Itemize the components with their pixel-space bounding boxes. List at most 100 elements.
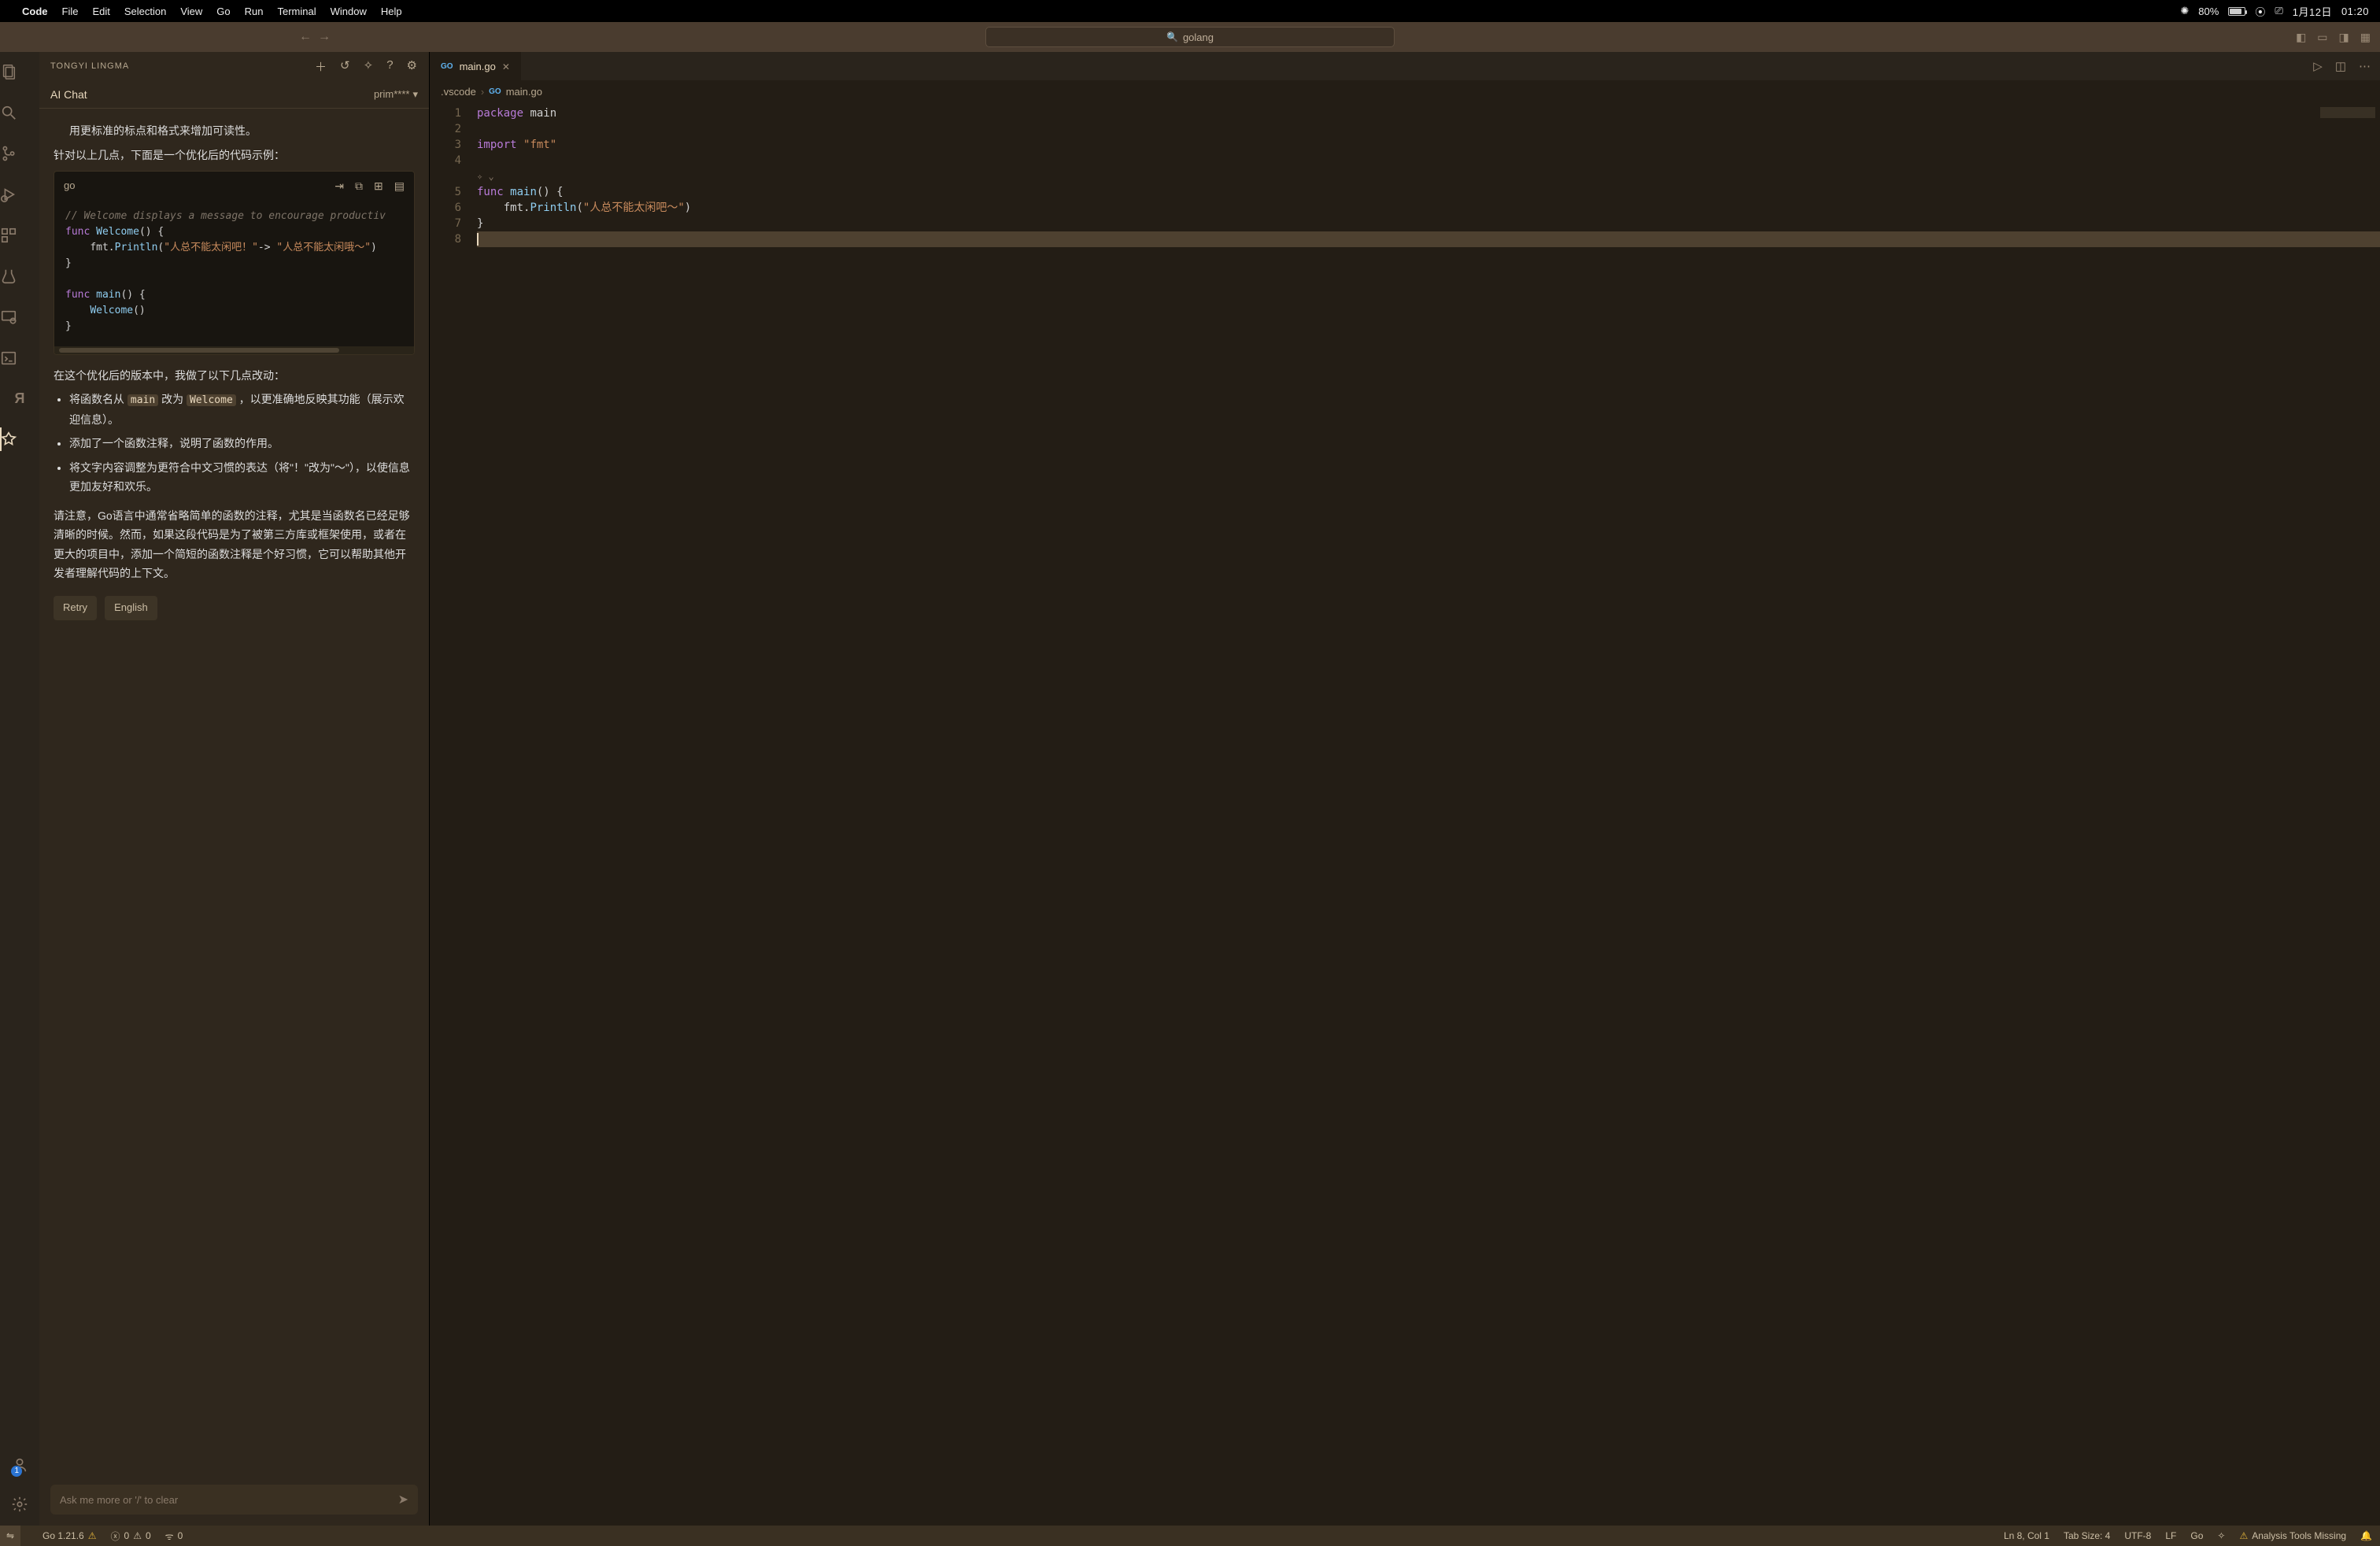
explorer-icon[interactable] xyxy=(0,60,39,83)
prompts-icon[interactable]: ✧ xyxy=(364,58,375,75)
go-file-icon: GO xyxy=(441,62,453,71)
chat-subheader: AI Chat prim**** ▾ xyxy=(39,80,429,109)
new-chat-icon[interactable]: ＋ xyxy=(315,58,327,75)
tab-close-icon[interactable]: ✕ xyxy=(502,61,510,72)
remote-indicator[interactable]: ⇋ xyxy=(0,1526,20,1546)
warning-icon: ⚠ xyxy=(2239,1530,2248,1541)
panel-settings-icon[interactable]: ⚙ xyxy=(407,58,418,75)
source-control-icon[interactable] xyxy=(0,142,39,165)
status-copilot-icon[interactable]: ✧ xyxy=(2217,1530,2225,1541)
code-block: go ⇥ ⧉ ⊞ ▤ // Welcome displays a message… xyxy=(54,171,415,355)
menu-view[interactable]: View xyxy=(180,6,202,17)
customize-layout-icon[interactable]: ▦ xyxy=(2360,31,2371,44)
terminal-panel-icon[interactable] xyxy=(0,346,39,370)
menu-run[interactable]: Run xyxy=(245,6,264,17)
warning-icon: ⚠ xyxy=(133,1530,142,1541)
sidebar-title-row: TONGYI LINGMA ＋ ↺ ✧ ? ⚙ xyxy=(39,52,429,80)
diff-icon[interactable]: ▤ xyxy=(394,176,405,196)
status-tabsize[interactable]: Tab Size: 4 xyxy=(2064,1530,2110,1541)
run-debug-icon[interactable] xyxy=(0,183,39,206)
breadcrumb-root[interactable]: .vscode xyxy=(441,86,476,98)
chat-intro-line: 针对以上几点，下面是一个优化后的代码示例： xyxy=(54,146,415,165)
run-file-icon[interactable]: ▷ xyxy=(2313,59,2323,73)
control-center-icon[interactable]: ⎚ xyxy=(2275,5,2282,17)
warning-icon: ⚠ xyxy=(88,1530,97,1541)
code-horizontal-scrollbar[interactable] xyxy=(54,346,414,354)
minimap[interactable] xyxy=(2309,102,2380,1526)
retry-button[interactable]: Retry xyxy=(54,596,97,620)
model-name: prim**** xyxy=(374,88,410,100)
tongyi-lingma-icon[interactable] xyxy=(0,427,39,451)
status-bell-icon[interactable]: 🔔 xyxy=(2360,1530,2372,1541)
battery-icon[interactable] xyxy=(2228,7,2245,16)
new-file-icon[interactable]: ⊞ xyxy=(374,176,383,196)
menubar-date[interactable]: 1月12日 xyxy=(2293,4,2332,19)
help-icon[interactable]: ? xyxy=(386,58,394,75)
tab-filename: main.go xyxy=(460,61,496,72)
menu-file[interactable]: File xyxy=(62,6,79,17)
editor-tabs: GO main.go ✕ ▷ ◫ ⋯ xyxy=(430,52,2380,80)
chat-bullet-1: 将函数名从 main 改为 Welcome ，以更准确地反映其功能（展示欢迎信息… xyxy=(69,390,415,429)
activity-bar: Я 1 xyxy=(0,52,39,1526)
breadcrumb-file[interactable]: main.go xyxy=(506,86,542,98)
breadcrumb[interactable]: .vscode › GO main.go xyxy=(430,80,2380,102)
history-icon[interactable]: ↺ xyxy=(340,58,351,75)
model-selector[interactable]: prim**** ▾ xyxy=(374,88,418,101)
chat-input-field[interactable] xyxy=(60,1494,398,1506)
tab-main-go[interactable]: GO main.go ✕ xyxy=(430,52,521,80)
more-actions-icon[interactable]: ⋯ xyxy=(2359,59,2371,73)
status-encoding[interactable]: UTF-8 xyxy=(2124,1530,2151,1541)
menu-edit[interactable]: Edit xyxy=(92,6,109,17)
menu-terminal[interactable]: Terminal xyxy=(278,6,316,17)
send-icon[interactable]: ➤ xyxy=(398,1492,408,1507)
insert-at-cursor-icon[interactable]: ⇥ xyxy=(334,176,344,196)
testing-icon[interactable] xyxy=(0,264,39,288)
status-eol[interactable]: LF xyxy=(2165,1530,2176,1541)
sidebar-panel: TONGYI LINGMA ＋ ↺ ✧ ? ⚙ AI Chat prim****… xyxy=(39,52,430,1526)
error-icon: ⓧ xyxy=(110,1529,120,1543)
chat-scroll-area[interactable]: 用更标准的标点和格式来增加可读性。 针对以上几点，下面是一个优化后的代码示例： … xyxy=(39,109,429,1485)
toggle-secondary-sidebar-icon[interactable]: ◨ xyxy=(2339,31,2349,44)
menu-selection[interactable]: Selection xyxy=(124,6,166,17)
menu-help[interactable]: Help xyxy=(381,6,402,17)
window-titlebar: ← → 🔍 golang ◧ ▭ ◨ ▦ xyxy=(0,22,2380,52)
go-file-icon: GO xyxy=(489,87,501,96)
chat-bullet-3: 将文字内容调整为更符合中文习惯的表达（将"！"改为"～"），以使信息更加友好和欢… xyxy=(69,458,415,497)
search-icon[interactable] xyxy=(0,101,39,124)
chat-input[interactable]: ➤ xyxy=(50,1485,418,1515)
settings-gear-icon[interactable] xyxy=(11,1492,28,1516)
menubar-time[interactable]: 01:20 xyxy=(2341,6,2369,17)
english-button[interactable]: English xyxy=(105,596,157,620)
toggle-panel-icon[interactable]: ▭ xyxy=(2317,31,2327,44)
status-language[interactable]: Go xyxy=(2190,1530,2203,1541)
status-go-version[interactable]: Go 1.21.6⚠ xyxy=(42,1530,96,1541)
code-lang-label: go xyxy=(64,177,75,195)
extensions-icon[interactable] xyxy=(0,224,39,247)
menu-window[interactable]: Window xyxy=(331,6,367,17)
mac-app-name[interactable]: Code xyxy=(22,6,48,17)
status-cursor[interactable]: Ln 8, Col 1 xyxy=(2004,1530,2049,1541)
code-block-content: // Welcome displays a message to encoura… xyxy=(54,201,414,346)
menu-go[interactable]: Go xyxy=(216,6,230,17)
command-center[interactable]: 🔍 golang xyxy=(985,27,1395,47)
split-editor-icon[interactable]: ◫ xyxy=(2335,59,2346,73)
command-center-text: golang xyxy=(1183,31,1214,43)
remote-explorer-icon[interactable] xyxy=(0,305,39,329)
link-icon[interactable]: ⦿ xyxy=(2255,4,2265,19)
chat-changes-list: 将函数名从 main 改为 Welcome ，以更准确地反映其功能（展示欢迎信息… xyxy=(69,390,415,497)
status-ports[interactable]: ᯤ0 xyxy=(165,1529,183,1543)
chat-after-line: 在这个优化后的版本中，我做了以下几点改动： xyxy=(54,366,415,386)
nav-forward-icon[interactable]: → xyxy=(318,30,331,44)
status-analysis[interactable]: ⚠Analysis Tools Missing xyxy=(2239,1530,2346,1541)
accounts-icon[interactable]: 1 xyxy=(11,1453,28,1477)
sidebar-title: TONGYI LINGMA xyxy=(50,61,129,71)
status-problems[interactable]: ⓧ0⚠0 xyxy=(110,1529,150,1543)
nav-back-icon[interactable]: ← xyxy=(299,30,312,44)
chat-mode-label: AI Chat xyxy=(50,88,87,101)
yandex-icon[interactable]: Я xyxy=(0,387,39,410)
wechat-icon[interactable]: ✺ xyxy=(2180,5,2189,17)
copy-code-icon[interactable]: ⧉ xyxy=(355,176,363,196)
code-editor[interactable]: 12345678 ✧ ⌄ package main import "fmt" f… xyxy=(430,102,2380,1526)
toggle-primary-sidebar-icon[interactable]: ◧ xyxy=(2296,31,2306,44)
mac-menubar: Code File Edit Selection View Go Run Ter… xyxy=(0,0,2380,22)
